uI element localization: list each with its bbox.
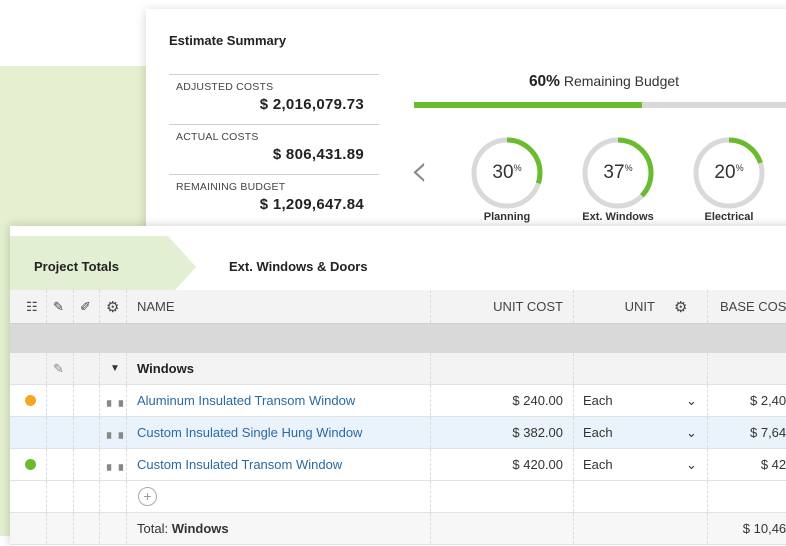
add-item-button[interactable]: +	[138, 481, 157, 512]
total-label: Total: Windows	[137, 521, 229, 536]
summary-title: Estimate Summary	[169, 33, 287, 48]
ring-value: 37%	[603, 162, 633, 183]
column-header-unit-cost[interactable]: UNIT COST	[430, 290, 563, 323]
total-group-name: Windows	[171, 521, 229, 536]
unit-cost[interactable]: $ 240.00	[430, 385, 563, 416]
actual-costs: ACTUAL COSTS $ 806,431.89	[169, 124, 379, 163]
assembly-icon: ▖▗	[107, 459, 123, 471]
breadcrumb-arrow	[168, 236, 196, 298]
collapse-arrow-icon[interactable]: ▼	[110, 353, 120, 384]
remaining-budget-heading: 60% Remaining Budget	[414, 73, 786, 91]
estimate-summary-card: Estimate Summary ADJUSTED COSTS $ 2,016,…	[146, 9, 786, 249]
cost-value: $ 1,209,647.84	[259, 196, 364, 213]
table-row-selected[interactable]: ▖▗ Custom Insulated Single Hung Window $…	[10, 417, 786, 449]
estimate-grid: ☷ ✎ ✐ ⚙ NAME UNIT COST UNIT ⚙ BASE COS ✎…	[10, 290, 786, 545]
unit-select[interactable]: Each	[583, 385, 613, 416]
unit-cost[interactable]: $ 382.00	[430, 417, 563, 448]
breadcrumb-second-label[interactable]: Ext. Windows & Doors	[229, 259, 368, 274]
unit-cost[interactable]: $ 420.00	[430, 449, 563, 480]
ring-value: 20%	[714, 162, 744, 183]
base-cost: $ 420.	[760, 457, 786, 472]
cost-label: REMAINING BUDGET	[176, 181, 286, 193]
budget-progress-fill	[414, 102, 642, 108]
chevron-down-icon[interactable]: ⌄	[686, 417, 697, 448]
chevron-down-icon[interactable]: ⌄	[686, 385, 697, 416]
assembly-icon: ▖▗	[107, 395, 123, 407]
budget-progress-bar	[414, 102, 786, 108]
assembly-icon: ▖▗	[107, 427, 123, 439]
adjusted-costs: ADJUSTED COSTS $ 2,016,079.73	[169, 74, 379, 113]
cost-value: $ 2,016,079.73	[259, 96, 364, 113]
budget-percent: 60%	[528, 73, 560, 90]
ring-electrical: 20% Electrical	[691, 135, 767, 223]
status-dot	[25, 449, 36, 480]
plus-icon[interactable]: +	[138, 487, 157, 506]
ring-ext-windows: 37% Ext. Windows	[580, 135, 656, 223]
ring-planning: 30% Planning	[469, 135, 545, 223]
group-name: Windows	[137, 361, 194, 376]
item-name-link[interactable]: Aluminum Insulated Transom Window	[137, 385, 355, 416]
estimate-table-panel: Project Totals Ext. Windows & Doors ☷ ✎ …	[10, 226, 786, 546]
add-item-row: +	[10, 481, 786, 513]
budget-text: Remaining Budget	[563, 73, 680, 89]
unit-settings-icon[interactable]: ⚙	[674, 290, 687, 323]
chevron-left-icon[interactable]: ‹	[410, 147, 428, 193]
ring-label: Electrical	[704, 211, 754, 223]
remaining-budget: REMAINING BUDGET $ 1,209,647.84	[169, 174, 379, 213]
breadcrumb-first-label[interactable]: Project Totals	[34, 259, 119, 274]
column-header-base-cost[interactable]: BASE COS	[720, 290, 786, 323]
unit-select[interactable]: Each	[583, 449, 613, 480]
breadcrumb: Project Totals Ext. Windows & Doors	[10, 226, 786, 298]
traffic-light-icon[interactable]: ☷	[26, 290, 38, 323]
column-header-unit[interactable]: UNIT	[573, 290, 655, 323]
paperclip-icon[interactable]: ✐	[80, 290, 91, 323]
base-cost: $ 7,640.	[750, 425, 786, 440]
column-header-name[interactable]: NAME	[137, 290, 175, 323]
total-base-cost: $ 10,460.	[742, 521, 786, 536]
note-icon[interactable]: ✎	[53, 290, 64, 323]
chevron-down-icon[interactable]: ⌄	[686, 449, 697, 480]
cost-label: ACTUAL COSTS	[176, 131, 259, 143]
ring-value: 30%	[492, 162, 522, 183]
cost-value: $ 806,431.89	[272, 146, 364, 163]
item-name-link[interactable]: Custom Insulated Transom Window	[137, 449, 342, 480]
unit-select[interactable]: Each	[583, 417, 613, 448]
gear-icon[interactable]: ⚙	[106, 290, 119, 323]
table-row[interactable]: ▖▗ Aluminum Insulated Transom Window $ 2…	[10, 385, 786, 417]
item-name-link[interactable]: Custom Insulated Single Hung Window	[137, 417, 362, 448]
cost-label: ADJUSTED COSTS	[176, 81, 274, 93]
note-icon[interactable]: ✎	[53, 353, 64, 384]
gray-band-row	[10, 324, 786, 353]
total-row: Total: Windows $ 10,460.	[10, 513, 786, 545]
group-row[interactable]: ✎ ▼ Windows	[10, 353, 786, 385]
table-header-row: ☷ ✎ ✐ ⚙ NAME UNIT COST UNIT ⚙ BASE COS	[10, 290, 786, 324]
status-dot	[25, 385, 36, 416]
ring-label: Ext. Windows	[582, 211, 654, 223]
base-cost: $ 2,400.	[750, 393, 786, 408]
ring-label: Planning	[483, 211, 531, 223]
table-row[interactable]: ▖▗ Custom Insulated Transom Window $ 420…	[10, 449, 786, 481]
